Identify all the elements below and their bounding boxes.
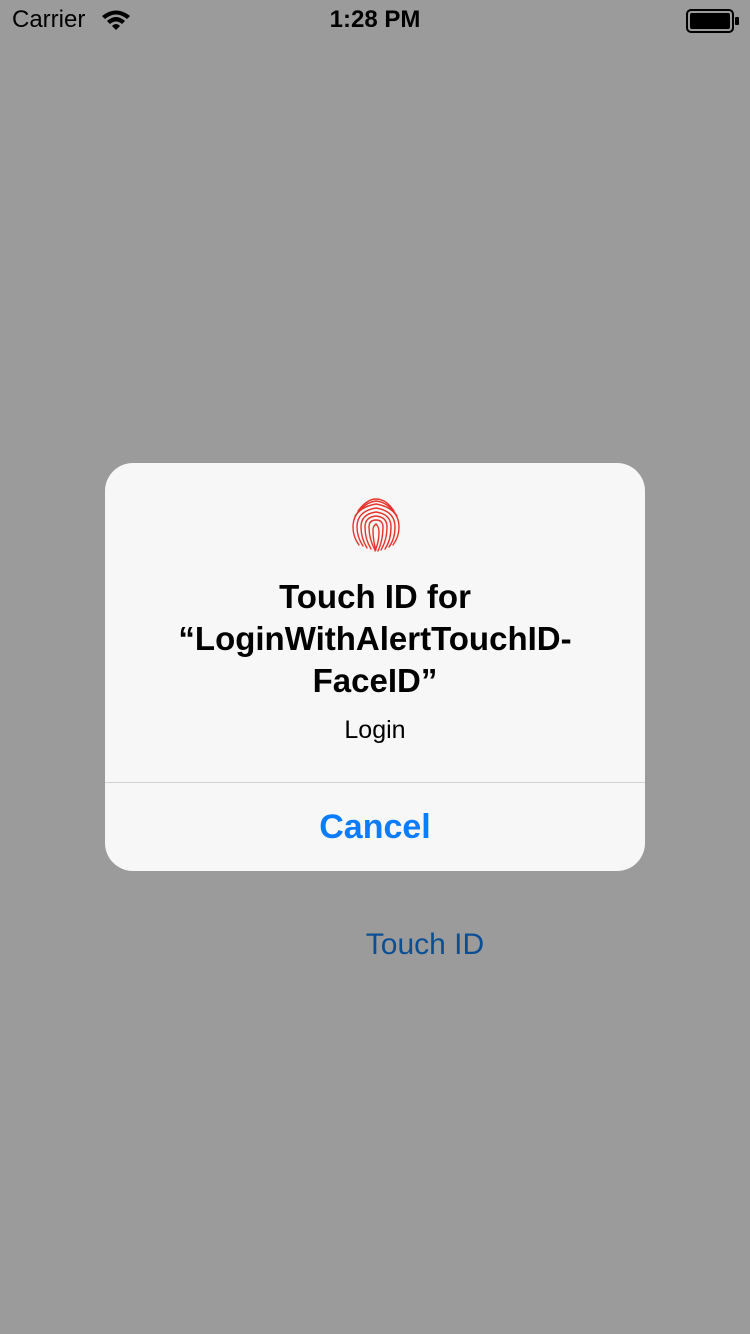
- battery-icon: [686, 9, 739, 33]
- status-bar: Carrier 1:28 PM: [0, 0, 750, 40]
- cancel-button[interactable]: Cancel: [105, 783, 645, 871]
- touch-id-button[interactable]: Touch ID: [300, 920, 550, 970]
- touch-id-alert: Touch ID for “LoginWithAlertTouchID-Face…: [105, 463, 645, 871]
- fingerprint-icon: [352, 498, 400, 552]
- alert-message: Login: [344, 716, 406, 744]
- alert-title: Touch ID for “LoginWithAlertTouchID-Face…: [178, 578, 572, 699]
- status-time: 1:28 PM: [329, 6, 421, 33]
